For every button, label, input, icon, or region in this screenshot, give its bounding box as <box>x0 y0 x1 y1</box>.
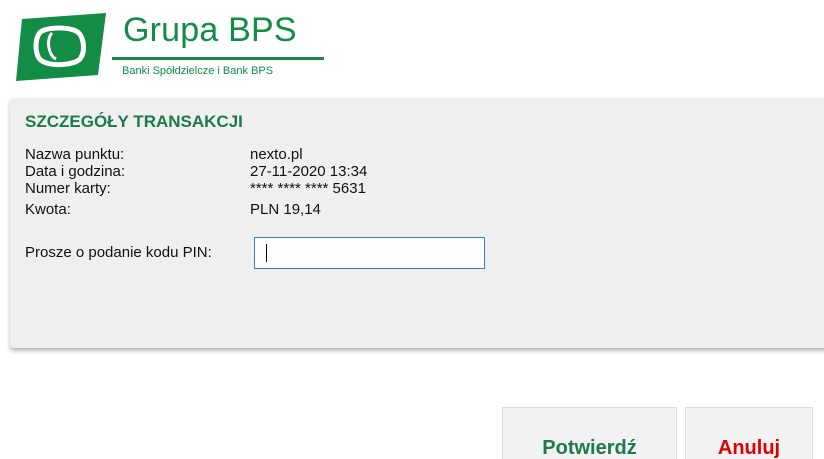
transaction-details-panel: SZCZEGÓŁY TRANSAKCJI Nazwa punktu: nexto… <box>10 98 824 348</box>
brand-subtitle: Banki Spółdzielcze i Bank BPS <box>112 57 324 77</box>
grupa-bps-logo-icon <box>16 13 106 81</box>
panel-title: SZCZEGÓŁY TRANSAKCJI <box>25 112 243 131</box>
cancel-button[interactable]: Anuluj <box>685 407 813 459</box>
pin-label: Prosze o podanie kodu PIN: <box>25 244 212 261</box>
pin-input[interactable] <box>254 237 485 269</box>
amount-label: Kwota: <box>25 201 71 218</box>
card-number-label: Numer karty: <box>25 180 111 197</box>
datetime-label: Data i godzina: <box>25 163 126 180</box>
datetime-value: 27-11-2020 13:34 <box>250 163 368 180</box>
confirm-button[interactable]: Potwierdź <box>502 407 677 459</box>
text-cursor <box>266 244 267 262</box>
merchant-label: Nazwa punktu: <box>25 146 125 163</box>
brand-name: Grupa BPS <box>123 11 297 49</box>
amount-value: PLN 19,14 <box>250 201 321 218</box>
bank-logo: Grupa BPS Banki Spółdzielcze i Bank BPS <box>14 9 324 85</box>
card-number-value: **** **** **** 5631 <box>250 180 366 197</box>
merchant-value: nexto.pl <box>250 146 303 163</box>
